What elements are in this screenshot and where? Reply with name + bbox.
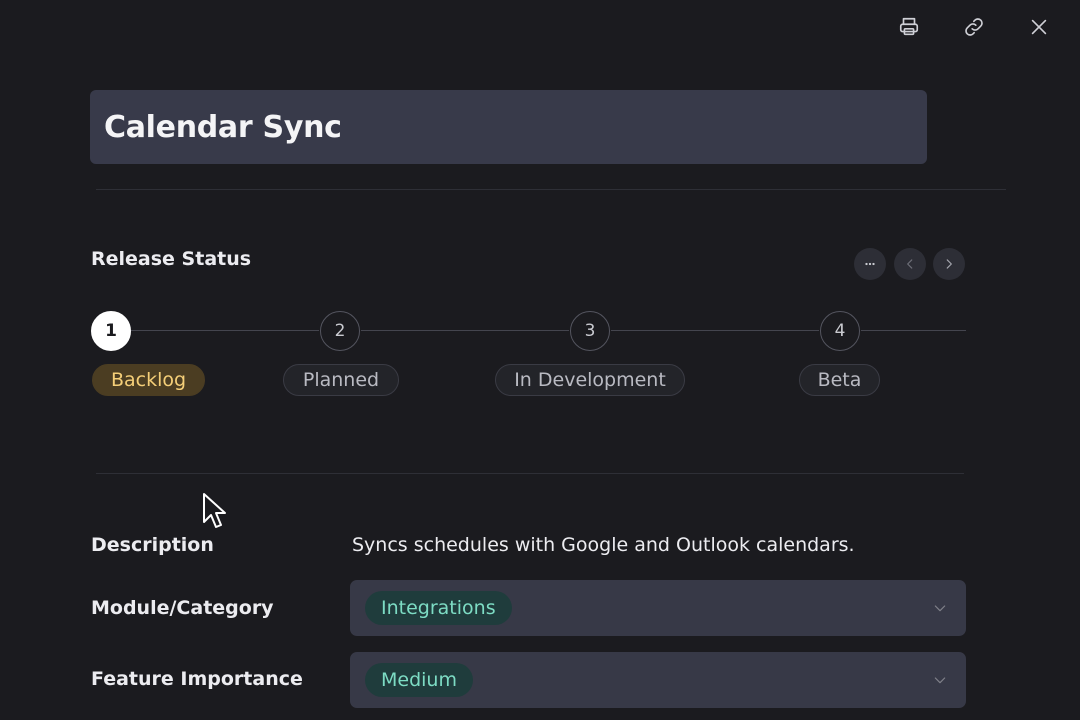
chevron-down-icon (932, 672, 948, 688)
step-1-label[interactable]: Backlog (92, 364, 205, 396)
printer-icon[interactable] (894, 12, 924, 42)
step-3-label[interactable]: In Development (495, 364, 685, 396)
mouse-cursor-icon (203, 493, 226, 528)
module-category-label: Module/Category (91, 597, 274, 619)
step-3-circle[interactable]: 3 (570, 311, 610, 351)
record-detail-panel: Calendar Sync Release Status 1 Backlog 2… (0, 0, 1080, 720)
divider (96, 473, 964, 474)
step-connector (130, 330, 319, 331)
divider (96, 189, 1006, 190)
step-connector (611, 330, 819, 331)
step-2-label[interactable]: Planned (283, 364, 399, 396)
chevron-right-icon (946, 259, 952, 269)
close-icon[interactable] (1024, 12, 1054, 42)
description-value[interactable]: Syncs schedules with Google and Outlook … (352, 534, 855, 556)
previous-step-button[interactable] (894, 248, 926, 280)
step-4-label[interactable]: Beta (799, 364, 880, 396)
step-4-circle[interactable]: 4 (820, 311, 860, 351)
module-category-select[interactable]: Integrations (350, 580, 966, 636)
chevron-left-icon (907, 259, 913, 269)
description-label: Description (91, 534, 214, 556)
module-category-tag: Integrations (365, 591, 512, 625)
feature-importance-select[interactable]: Medium (350, 652, 966, 708)
chevron-down-icon (932, 600, 948, 616)
release-status-label: Release Status (91, 248, 252, 270)
step-connector (861, 330, 966, 331)
next-step-button[interactable] (933, 248, 965, 280)
feature-importance-label: Feature Importance (91, 668, 303, 690)
step-1-circle[interactable]: 1 (91, 311, 131, 351)
feature-importance-tag: Medium (365, 663, 473, 697)
link-icon[interactable] (959, 12, 989, 42)
more-options-button[interactable] (854, 248, 886, 280)
step-connector (361, 330, 569, 331)
title-field[interactable]: Calendar Sync (90, 90, 927, 164)
step-2-circle[interactable]: 2 (320, 311, 360, 351)
record-title: Calendar Sync (104, 109, 342, 145)
